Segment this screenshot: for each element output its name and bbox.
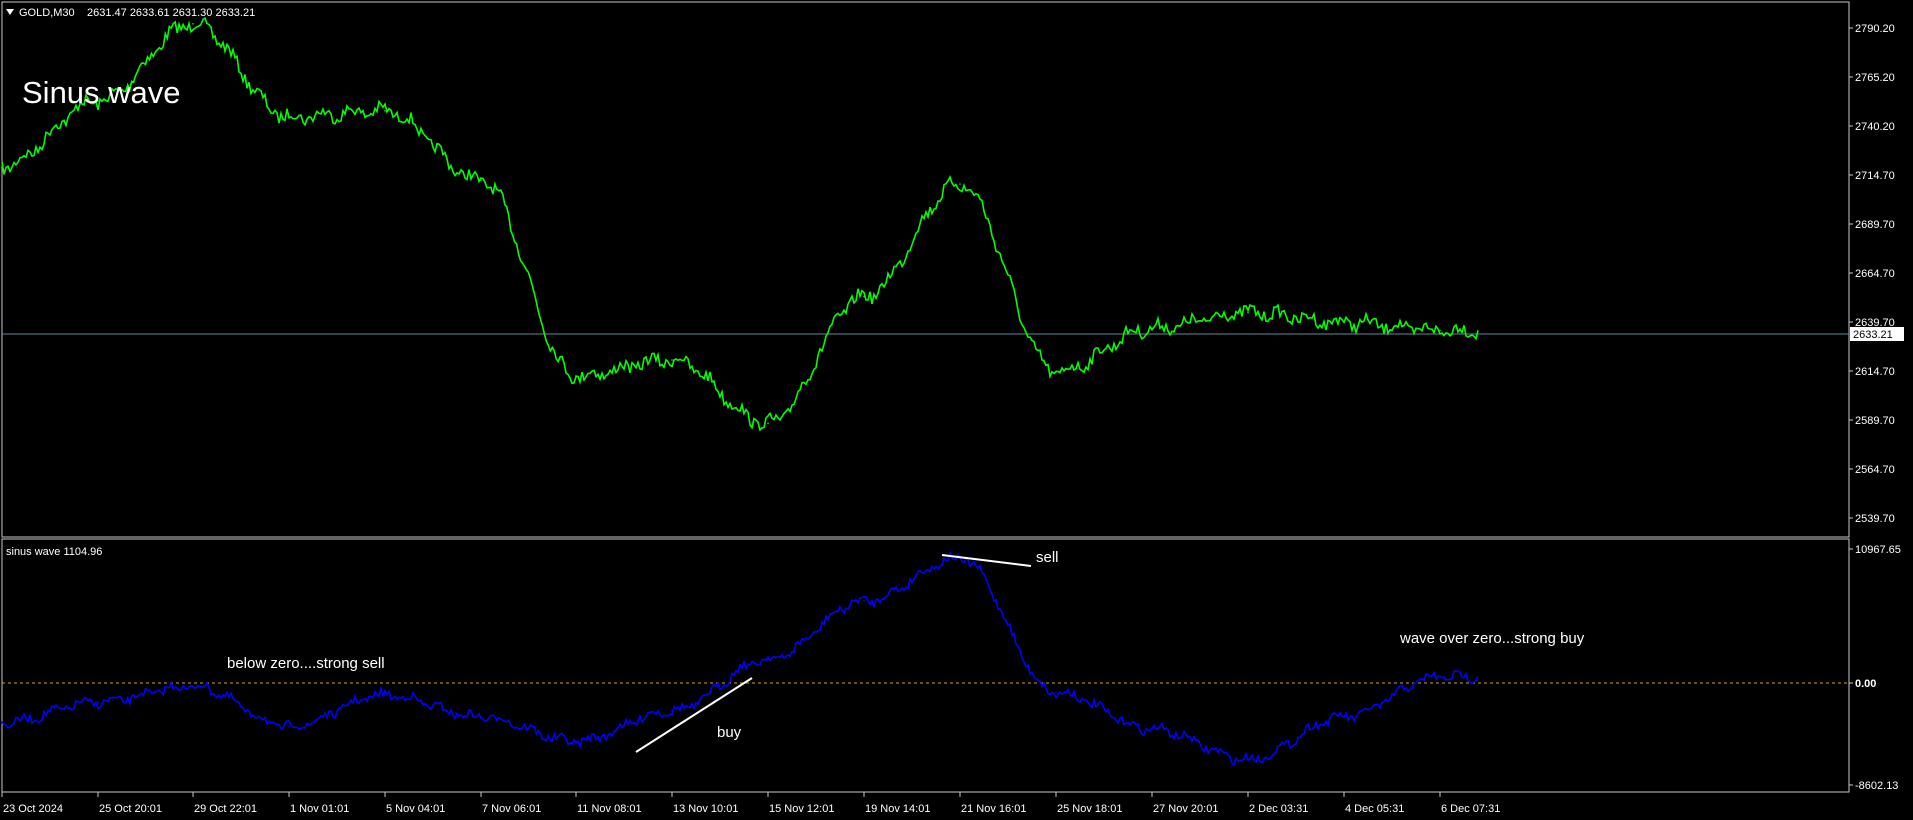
time-axis-label: 25 Nov 18:01 bbox=[1057, 803, 1122, 815]
indicator-point bbox=[480, 716, 482, 718]
time-axis-label: 1 Nov 01:01 bbox=[290, 803, 349, 815]
indicator-point bbox=[863, 600, 865, 602]
indicator-point bbox=[288, 725, 290, 728]
price-axis-label: 2714.70 bbox=[1855, 170, 1895, 182]
indicator-point bbox=[1343, 716, 1345, 718]
indicator-axis-label: 0.00 bbox=[1855, 678, 1876, 690]
price-axis-label: 2740.20 bbox=[1855, 121, 1895, 133]
symbol-header[interactable]: GOLD,M30 2631.47 2633.61 2631.30 2633.21 bbox=[6, 7, 255, 19]
annotation-buy: buy bbox=[717, 724, 742, 741]
indicator-point bbox=[1055, 691, 1057, 694]
indicator-point bbox=[767, 658, 769, 661]
annotation-strong-sell: below zero....strong sell bbox=[227, 655, 385, 672]
indicator-point bbox=[384, 694, 386, 696]
time-axis-label: 29 Oct 22:01 bbox=[194, 803, 257, 815]
indicator-label: sinus wave 1104.96 bbox=[6, 546, 102, 558]
indicator-point bbox=[192, 685, 194, 688]
price-point bbox=[384, 110, 386, 112]
price-point bbox=[288, 116, 290, 118]
time-axis-label: 25 Oct 20:01 bbox=[99, 803, 162, 815]
indicator-point bbox=[97, 701, 99, 703]
price-point bbox=[1151, 327, 1153, 330]
price-point bbox=[863, 295, 865, 298]
indicator-point bbox=[1247, 758, 1249, 761]
price-point bbox=[959, 183, 961, 185]
time-axis-label: 6 Dec 07:31 bbox=[1441, 803, 1500, 815]
price-point bbox=[671, 359, 673, 361]
price-axis-label: 2689.70 bbox=[1855, 219, 1895, 231]
time-axis-label: 19 Nov 14:01 bbox=[865, 803, 930, 815]
current-price-text: 2633.21 bbox=[1853, 329, 1893, 341]
price-point bbox=[1439, 329, 1441, 332]
price-axis-label: 2539.70 bbox=[1855, 513, 1895, 525]
price-axis-label: 2614.70 bbox=[1855, 366, 1895, 378]
indicator-point bbox=[575, 740, 577, 742]
annotation-sell: sell bbox=[1036, 549, 1059, 566]
price-point bbox=[575, 375, 577, 377]
time-axis-label: 11 Nov 08:01 bbox=[577, 803, 642, 815]
time-axis-label: 13 Nov 10:01 bbox=[673, 803, 738, 815]
price-axis-label: 2589.70 bbox=[1855, 415, 1895, 427]
price-point bbox=[767, 422, 769, 425]
price-axis-label: 2765.20 bbox=[1855, 72, 1895, 84]
price-point bbox=[1055, 371, 1057, 373]
chart-title-text: Sinus wave bbox=[22, 75, 181, 110]
chart-window[interactable]: GOLD,M30 2631.47 2633.61 2631.30 2633.21… bbox=[0, 0, 1913, 820]
price-point bbox=[1343, 321, 1345, 324]
chart-background bbox=[0, 0, 1913, 820]
price-axis-label: 2790.20 bbox=[1855, 23, 1895, 35]
time-axis-label: 15 Nov 12:01 bbox=[769, 803, 834, 815]
current-price-marker: 2633.21 bbox=[1850, 327, 1904, 341]
time-axis-label: 2 Dec 03:31 bbox=[1249, 803, 1308, 815]
time-axis-label: 23 Oct 2024 bbox=[3, 803, 63, 815]
price-point bbox=[192, 23, 194, 25]
time-axis-label: 5 Nov 04:01 bbox=[386, 803, 445, 815]
time-axis-label: 27 Nov 20:01 bbox=[1153, 803, 1218, 815]
indicator-axis-label: -8602.13 bbox=[1855, 780, 1898, 792]
price-point bbox=[480, 179, 482, 181]
time-axis-label: 7 Nov 06:01 bbox=[482, 803, 541, 815]
ohlc-values: 2631.47 2633.61 2631.30 2633.21 bbox=[87, 7, 255, 19]
symbol-label: GOLD,M30 bbox=[19, 7, 75, 19]
indicator-point bbox=[1, 722, 3, 724]
time-axis-label: 21 Nov 16:01 bbox=[961, 803, 1026, 815]
indicator-point bbox=[1151, 728, 1153, 730]
indicator-axis-label: 10967.65 bbox=[1855, 544, 1901, 556]
time-axis-label: 4 Dec 05:31 bbox=[1345, 803, 1404, 815]
price-axis-label: 2564.70 bbox=[1855, 464, 1895, 476]
indicator-point bbox=[1439, 675, 1441, 678]
annotation-strong-buy: wave over zero...strong buy bbox=[1399, 630, 1585, 647]
price-axis-label: 2664.70 bbox=[1855, 268, 1895, 280]
price-point bbox=[1, 165, 3, 167]
price-point bbox=[1247, 311, 1249, 314]
indicator-point bbox=[671, 709, 673, 712]
